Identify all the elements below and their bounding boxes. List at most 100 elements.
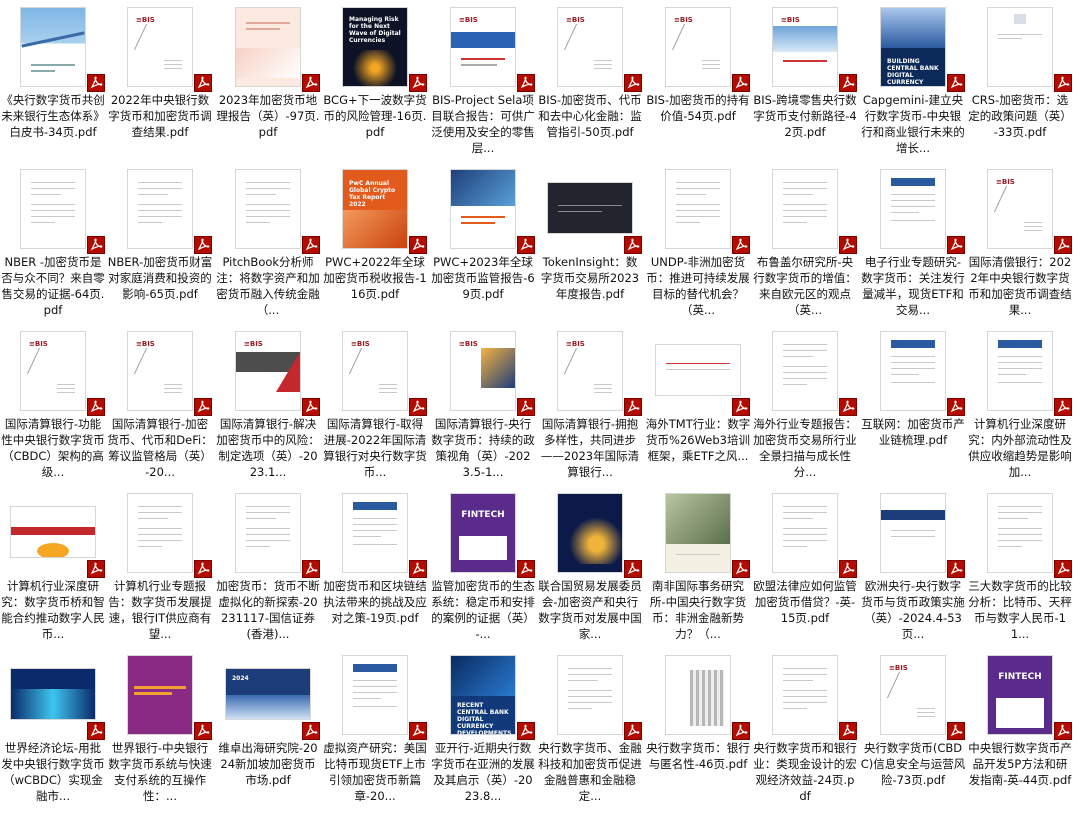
file-name-label: 《央行数字货币共创未来银行生态体系》白皮书-34页.pdf [1,93,105,139]
acrobat-icon [1057,238,1070,251]
file-item[interactable]: 三大数字货币的比较分析：比特币、天秤币与数字人民币-11... [967,486,1073,646]
file-item[interactable]: FINTECH 监管加密货币的生态系统：稳定币和安排的案例的证据（英）-... [430,486,536,646]
file-item[interactable]: RECENT CENTRAL BANK DIGITAL CURRENCY DEV… [430,648,536,808]
file-thumbnail: ≡BIS [665,7,731,87]
file-item[interactable]: ≡BIS BIS-跨境零售央行数字货币支付新路径-42页.pdf [752,0,858,160]
acrobat-icon [627,76,640,89]
file-name-label: Capgemini-建立央行数字货币-中央银行和商业银行未来的增长... [861,93,965,155]
file-item[interactable]: ≡BIS BIS-加密货币的持有价值-54页.pdf [645,0,751,160]
file-item[interactable]: 加密货币和区块链结执法带来的挑战及应对之策-19页.pdf [322,486,428,646]
file-thumbnail [987,493,1053,573]
pdf-file-icon [302,722,320,740]
file-name-label: 欧盟法律应如何监管加密货币借贷？-英-15页.pdf [753,579,857,625]
pdf-file-icon [194,560,212,578]
file-thumbnail: ≡BIS [450,7,516,87]
file-item[interactable]: 计算机行业专题报告：数字货币发展提速，银行IT供应商有望... [107,486,213,646]
acrobat-icon [1057,724,1070,737]
file-name-label: BIS-跨境零售央行数字货币支付新路径-42页.pdf [753,93,857,139]
acrobat-icon [520,724,533,737]
file-item[interactable]: 欧盟法律应如何监管加密货币借贷？-英-15页.pdf [752,486,858,646]
file-item[interactable]: NBER -加密货币是否与众不同？来自零售交易的证据-64页.pdf [0,162,106,322]
file-thumbnail: PwC Annual Global Crypto Tax Report 2022 [342,169,408,249]
file-item[interactable]: 计算机行业深度研究：数字货币桥和智能合约推动数字人民币... [0,486,106,646]
file-thumbnail: ≡BIS [342,331,408,411]
file-thumbnail [547,182,633,234]
acrobat-icon [842,562,855,575]
file-item[interactable]: ≡BIS BIS-加密货币、代币和去中心化金融：监管指引-50页.pdf [537,0,643,160]
pdf-file-icon [732,722,750,740]
acrobat-icon [950,76,963,89]
file-item[interactable]: 计算机行业深度研究：内外部流动性及供应收缩趋势是影响加... [967,324,1073,484]
file-thumbnail: ≡BIS [557,7,623,87]
pdf-file-icon [194,722,212,740]
pdf-file-icon [839,560,857,578]
file-item[interactable]: 海外行业专题报告：加密货币交易所行业全景扫描与成长性分... [752,324,858,484]
file-item[interactable]: 互联网：加密货币产业链梳理.pdf [860,324,966,484]
file-item[interactable]: 央行数字货币、金融科技和加密货币促进金融普惠和金融稳定... [537,648,643,808]
file-item[interactable]: 海外TMT行业：数字货币%26Web3培训框架，乘ETF之风... [645,324,751,484]
file-name-label: 央行数字货币：银行与匿名性-46页.pdf [646,741,750,771]
file-thumbnail [127,493,193,573]
acrobat-icon [90,562,103,575]
file-item[interactable]: 南非国际事务研究所-中国央行数字货币：非洲金融新势力？（... [645,486,751,646]
file-item[interactable]: 央行数字货币和银行业：类现金设计的宏观经济效益-24页.pdf [752,648,858,808]
file-thumbnail [10,668,96,720]
pdf-file-icon [839,236,857,254]
pdf-file-icon [409,236,427,254]
file-item[interactable]: BUILDING CENTRAL BANK DIGITAL CURRENCY Ca… [860,0,966,160]
file-item[interactable]: PitchBook分析师注：将数字资产和加密货币融入传统金融（... [215,162,321,322]
file-item[interactable]: ≡BIS 国际清算银行-取得进展-2022年国际清算银行对央行数字货币... [322,324,428,484]
file-item[interactable]: ≡BIS 2022年中央银行数字货币和加密货币调查结果.pdf [107,0,213,160]
file-item[interactable]: 《央行数字货币共创未来银行生态体系》白皮书-34页.pdf [0,0,106,160]
file-thumbnail [235,169,301,249]
file-item[interactable]: FINTECH 中央银行数字货币产品开发5P方法和研发指南-英-44页.pdf [967,648,1073,808]
file-item[interactable]: CRS-加密货币：选定的政策问题（英）-33页.pdf [967,0,1073,160]
file-thumbnail [665,493,731,573]
file-item[interactable]: 联合国贸易发展委员会-加密资产和央行数字货币对发展中国家... [537,486,643,646]
file-thumbnail [127,169,193,249]
file-item[interactable]: NBER-加密货币财富对家庭消费和投资的影响-65页.pdf [107,162,213,322]
file-thumbnail [20,169,86,249]
file-item[interactable]: ≡BIS 央行数字货币(CBDC)信息安全与运营风险-73页.pdf [860,648,966,808]
file-item[interactable]: PWC+2023年全球加密货币监管报告-69页.pdf [430,162,536,322]
file-item[interactable]: 2023年加密货币地理报告（英）-97页.pdf [215,0,321,160]
file-item[interactable]: 电子行业专题研究-数字货币：关注发行量减半，现货ETF和交易... [860,162,966,322]
file-name-label: 2022年中央银行数字货币和加密货币调查结果.pdf [108,93,212,139]
file-item[interactable]: PwC Annual Global Crypto Tax Report 2022… [322,162,428,322]
file-name-label: 互联网：加密货币产业链梳理.pdf [861,417,965,447]
file-item[interactable]: 欧洲央行-央行数字货币与货币政策实施（英）-2024.4-53页... [860,486,966,646]
file-thumbnail: ≡BIS [235,331,301,411]
file-name-label: 计算机行业深度研究：数字货币桥和智能合约推动数字人民币... [1,579,105,641]
file-item[interactable]: Managing Risk for the Next Wave of Digit… [322,0,428,160]
pdf-file-icon [409,398,427,416]
file-item[interactable]: 布鲁盖尔研究所-央行数字货币的增值：来自欧元区的观点（英... [752,162,858,322]
pdf-file-icon [517,398,535,416]
file-item[interactable]: 世界银行-中央银行数字货币系统与快速支付系统的互操作性：... [107,648,213,808]
file-item[interactable]: TokenInsight：数字货币交易所2023年度报告.pdf [537,162,643,322]
file-item[interactable]: ≡BIS BIS-Project Sela项目联合报告：可供广泛使用及安全的零售层… [430,0,536,160]
acrobat-icon [412,76,425,89]
file-item[interactable]: ≡BIS 国际清算银行-功能性中央银行数字货币（CBDC）架构的高级... [0,324,106,484]
file-thumbnail [665,169,731,249]
file-item[interactable]: ≡BIS 国际清算银行-拥抱多样性，共同进步——2023年国际清算银行... [537,324,643,484]
file-item[interactable]: UNDP-非洲加密货币：推进可持续发展目标的替代机会？（英... [645,162,751,322]
pdf-file-icon [517,236,535,254]
acrobat-icon [305,400,318,413]
file-item[interactable]: 虚拟资产研究：美国比特币现货ETF上市引领加密货币新篇章-20... [322,648,428,808]
file-name-label: 央行数字货币和银行业：类现金设计的宏观经济效益-24页.pdf [753,741,857,803]
file-item[interactable]: ≡BIS 国际清偿银行：2022年中央银行数字货币和加密货币调查结果... [967,162,1073,322]
file-item[interactable]: ≡BIS 国际清算银行-加密货币、代币和DeFi：筹议监管格局（英）-20... [107,324,213,484]
file-item[interactable]: 央行数字货币：银行与匿名性-46页.pdf [645,648,751,808]
file-name-label: BCG+下一波数字货币的风险管理-16页.pdf [323,93,427,139]
pdf-file-icon [87,236,105,254]
pdf-file-icon [87,398,105,416]
acrobat-icon [842,238,855,251]
file-item[interactable]: 世界经济论坛-用批发中央银行数字货币（wCBDC）实现金融市... [0,648,106,808]
file-item[interactable]: ≡BIS 国际清算银行-央行数字货币：持续的政策视角（英）-2023.5-1... [430,324,536,484]
file-item[interactable]: 2024 维卓出海研究院-2024新加坡加密货币市场.pdf [215,648,321,808]
file-item[interactable]: ≡BIS 国际清算银行-解决加密货币中的风险：制定选项（英）-2023.1... [215,324,321,484]
file-item[interactable]: 加密货币：货币不断虚拟化的新探索-20231117-国信证券(香港)... [215,486,321,646]
pdf-file-icon [624,236,642,254]
acrobat-icon [627,400,640,413]
acrobat-icon [197,724,210,737]
